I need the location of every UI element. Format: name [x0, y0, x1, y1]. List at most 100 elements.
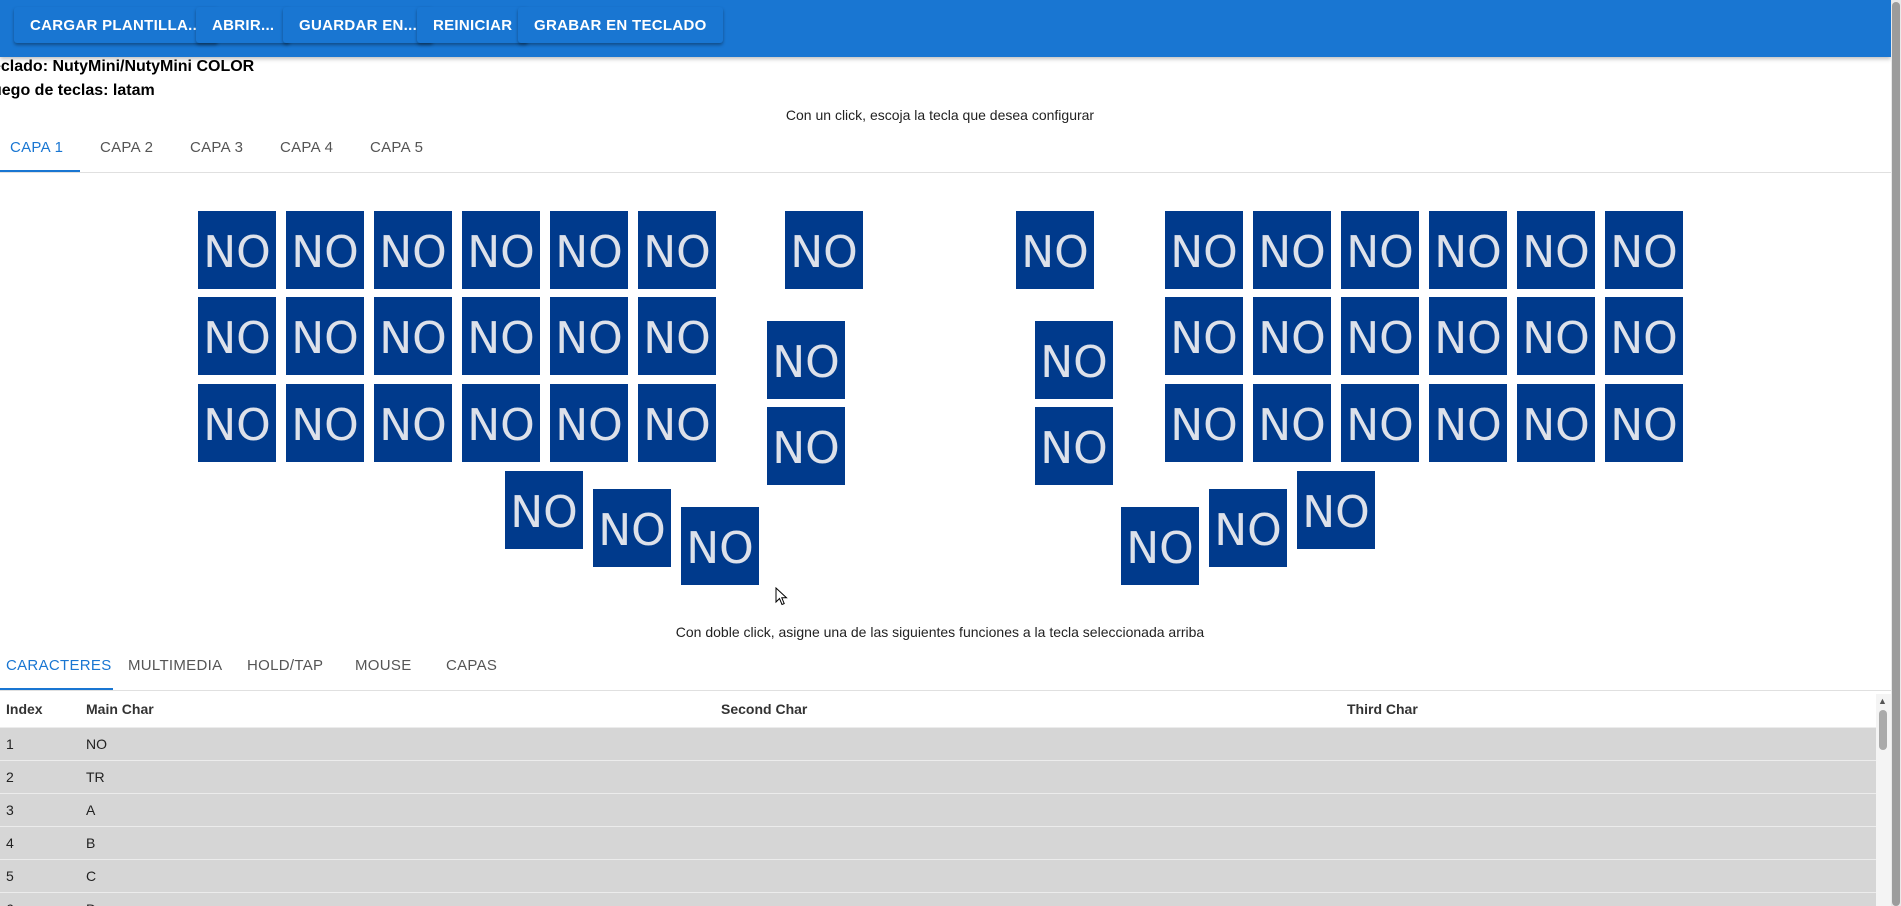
keyboard-key[interactable]: NO [1297, 471, 1375, 549]
table-row[interactable]: 3A [0, 793, 1876, 826]
tab-capa-4[interactable]: CAPA 4 [280, 139, 333, 156]
tab-caracteres[interactable]: CARACTERES [6, 657, 112, 674]
keyboard-key[interactable]: NO [1517, 297, 1595, 375]
keyboard-key[interactable]: NO [198, 384, 276, 462]
function-tabs-divider [0, 690, 1891, 691]
load-template-button[interactable]: CARGAR PLANTILLA... [14, 7, 218, 43]
keyboard-key[interactable]: NO [638, 211, 716, 289]
table-cell-index: 1 [6, 736, 14, 752]
reset-button[interactable]: REINICIAR [417, 7, 529, 43]
tab-capa-3[interactable]: CAPA 3 [190, 139, 243, 156]
keyboard-key[interactable]: NO [462, 211, 540, 289]
keyboard-key[interactable]: NO [638, 384, 716, 462]
layer-tabs-divider [0, 172, 1891, 173]
keyboard-key[interactable]: NO [1605, 384, 1683, 462]
assign-function-instruction: Con doble click, asigne una de las sigui… [675, 624, 1205, 640]
keyboard-key[interactable]: NO [1341, 211, 1419, 289]
keyboard-key[interactable]: NO [374, 384, 452, 462]
keyboard-key[interactable]: NO [1517, 211, 1595, 289]
column-header-second-char[interactable]: Second Char [721, 701, 807, 717]
active-tab-indicator [0, 170, 80, 172]
table-cell-main: B [86, 835, 96, 851]
table-cell-main: A [86, 802, 96, 818]
keyset-label: uego de teclas: latam [0, 82, 155, 99]
keyboard-key[interactable]: NO [1209, 489, 1287, 567]
table-scroll-thumb[interactable] [1879, 710, 1887, 750]
keyboard-key[interactable]: NO [785, 211, 863, 289]
keyboard-key[interactable]: NO [1035, 321, 1113, 399]
select-key-instruction: Con un click, escoja la tecla que desea … [785, 107, 1095, 123]
table-row[interactable]: 6D [0, 892, 1876, 906]
table-cell-index: 3 [6, 802, 14, 818]
table-row[interactable]: 1 NO [0, 727, 1876, 760]
save-as-button[interactable]: GUARDAR EN... [283, 7, 434, 43]
table-row[interactable]: 2 TR [0, 760, 1876, 793]
keyboard-key[interactable]: NO [638, 297, 716, 375]
keyboard-key[interactable]: NO [1429, 297, 1507, 375]
keyboard-key[interactable]: NO [1016, 211, 1094, 289]
table-cell-index: 2 [6, 769, 14, 785]
keyboard-key[interactable]: NO [1341, 384, 1419, 462]
keyboard-key[interactable]: NO [1429, 384, 1507, 462]
keyboard-key[interactable]: NO [1253, 297, 1331, 375]
keyboard-key[interactable]: NO [1253, 384, 1331, 462]
keyboard-key[interactable]: NO [286, 384, 364, 462]
keyboard-key[interactable]: NO [550, 297, 628, 375]
write-to-keyboard-button[interactable]: GRABAR EN TECLADO [518, 7, 723, 43]
keyboard-key[interactable]: NO [1165, 384, 1243, 462]
column-header-index[interactable]: Index [6, 701, 43, 717]
keyboard-key[interactable]: NO [1035, 407, 1113, 485]
keyboard-key[interactable]: NO [1165, 211, 1243, 289]
keyboard-key[interactable]: NO [1253, 211, 1331, 289]
scroll-up-arrow-icon[interactable]: ▲ [1878, 696, 1887, 706]
keyboard-key[interactable]: NO [593, 489, 671, 567]
tab-capa-1[interactable]: CAPA 1 [10, 139, 63, 156]
tab-multimedia[interactable]: MULTIMEDIA [128, 657, 222, 674]
keyboard-key[interactable]: NO [1165, 297, 1243, 375]
keyboard-key[interactable]: NO [681, 507, 759, 585]
app-toolbar: CARGAR PLANTILLA... ABRIR... GUARDAR EN.… [0, 0, 1891, 57]
keyboard-key[interactable]: NO [767, 321, 845, 399]
keyboard-key[interactable]: NO [550, 211, 628, 289]
keyboard-key[interactable]: NO [286, 211, 364, 289]
keyboard-key[interactable]: NO [1341, 297, 1419, 375]
keyboard-key[interactable]: NO [374, 297, 452, 375]
page-scroll-thumb[interactable] [1892, 2, 1900, 906]
keyboard-key[interactable]: NO [1429, 211, 1507, 289]
keyboard-key[interactable]: NO [1605, 211, 1683, 289]
keyboard-key[interactable]: NO [767, 407, 845, 485]
characters-table: Index Main Char Second Char Third Char 1… [0, 694, 1876, 906]
tab-hold-tap[interactable]: HOLD/TAP [247, 657, 323, 674]
keyboard-key[interactable]: NO [462, 384, 540, 462]
tab-mouse[interactable]: MOUSE [355, 657, 412, 674]
keyboard-key[interactable]: NO [374, 211, 452, 289]
mouse-pointer-icon [775, 587, 788, 606]
active-function-tab-indicator [0, 688, 113, 690]
table-row[interactable]: 5C [0, 859, 1876, 892]
column-header-third-char[interactable]: Third Char [1347, 701, 1418, 717]
keyboard-key[interactable]: NO [1517, 384, 1595, 462]
table-cell-main: D [86, 901, 96, 906]
keyboard-key[interactable]: NO [505, 471, 583, 549]
keyboard-key[interactable]: NO [1605, 297, 1683, 375]
keyboard-model-label: eclado: NutyMini/NutyMini COLOR [0, 58, 255, 75]
table-row[interactable]: 4B [0, 826, 1876, 859]
keyboard-key[interactable]: NO [198, 297, 276, 375]
keyboard-key[interactable]: NO [198, 211, 276, 289]
column-header-main-char[interactable]: Main Char [86, 701, 154, 717]
table-header: Index Main Char Second Char Third Char [0, 694, 1876, 727]
tab-capa-5[interactable]: CAPA 5 [370, 139, 423, 156]
table-cell-main: TR [86, 769, 105, 785]
keyboard-key[interactable]: NO [1121, 507, 1199, 585]
keyboard-key[interactable]: NO [286, 297, 364, 375]
table-cell-index: 6 [6, 901, 14, 906]
tab-capas[interactable]: CAPAS [446, 657, 497, 674]
keyboard-key[interactable]: NO [462, 297, 540, 375]
keyboard-key[interactable]: NO [550, 384, 628, 462]
tab-capa-2[interactable]: CAPA 2 [100, 139, 153, 156]
table-cell-main: C [86, 868, 97, 884]
table-cell-main: NO [86, 736, 107, 752]
table-cell-index: 5 [6, 868, 14, 884]
open-button[interactable]: ABRIR... [196, 7, 291, 43]
table-cell-index: 4 [6, 835, 14, 851]
